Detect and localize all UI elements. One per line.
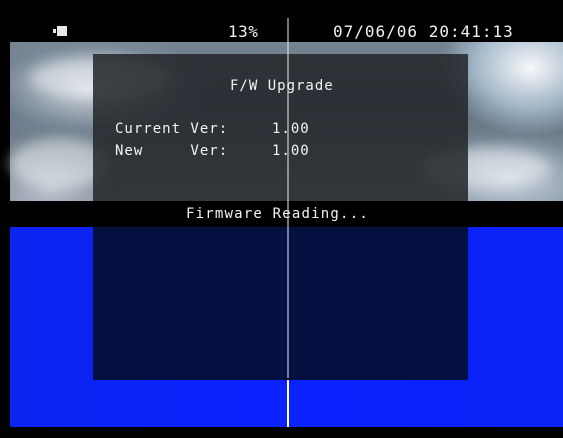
new-version-label: New Ver: [115,143,229,159]
bottom-border [0,427,563,438]
progress-percent: 13% [228,22,259,41]
new-version-value: 1.00 [272,143,310,159]
camera-screen: 13% 07/06/06 20:41:13 F/W Upgrade Curren… [0,0,563,438]
center-divider-line [287,18,289,378]
current-version-label: Current Ver: [115,121,229,137]
camera-mode-icon [53,26,67,36]
current-version-value: 1.00 [272,121,310,137]
date-time-display: 07/06/06 20:41:13 [333,22,514,41]
status-message: Firmware Reading... [186,206,369,222]
center-divider-line-bottom [287,380,289,427]
dialog-title: F/W Upgrade [230,78,334,94]
dark-panel [93,227,468,380]
left-border [0,0,10,438]
